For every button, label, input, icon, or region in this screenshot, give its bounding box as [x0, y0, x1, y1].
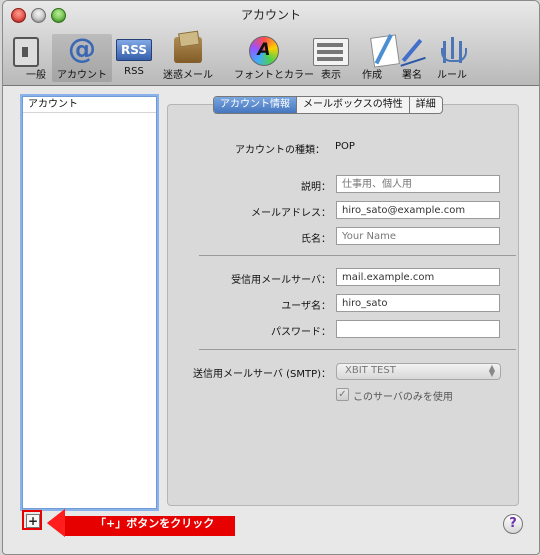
full-name-label: 氏名：: [301, 234, 331, 245]
email-label: メールアドレス：: [251, 208, 331, 219]
email-field[interactable]: hiro_sato@example.com: [336, 201, 500, 219]
toolbar-accounts-label: アカウント: [57, 70, 107, 81]
toolbar-rules-label: ルール: [437, 70, 467, 81]
description-label: 説明：: [301, 182, 331, 193]
use-only-server-label: このサーバのみを使用: [353, 392, 453, 403]
incoming-server-label: 受信用メールサーバ：: [231, 275, 331, 286]
tab-advanced[interactable]: 詳細: [410, 97, 442, 113]
account-tab-bar: アカウント情報 メールボックスの特性 詳細: [213, 96, 443, 114]
toolbar-rss-button[interactable]: RSS RSS: [104, 34, 164, 82]
callout-text: 「+」ボタンをクリック: [95, 517, 215, 530]
rss-icon: RSS: [116, 39, 152, 61]
font-color-icon: [249, 36, 279, 66]
toolbar-junk-mail-label: 迷惑メール: [163, 70, 213, 81]
accounts-list[interactable]: アカウント: [22, 96, 157, 509]
rules-icon: [437, 36, 467, 64]
account-type-label: アカウントの種類：: [235, 145, 325, 156]
window-titlebar: アカウント 一般 @ アカウント RSS RSS 迷惑メール フォントとカラー …: [3, 1, 539, 86]
accounts-list-header: アカウント: [23, 97, 156, 113]
instruction-callout: 「+」ボタンをクリック: [47, 509, 235, 537]
smtp-server-select[interactable]: XBIT TEST ▲ ▼: [336, 363, 501, 380]
section-separator-top: [199, 255, 516, 256]
toolbar-rules-button[interactable]: ルール: [422, 34, 482, 82]
add-account-button[interactable]: +: [26, 514, 40, 528]
updown-arrows-icon: ▲ ▼: [488, 363, 496, 378]
username-field[interactable]: hiro_sato: [336, 294, 500, 312]
description-field[interactable]: 仕事用、個人用: [336, 175, 500, 193]
incoming-server-field[interactable]: mail.example.com: [336, 268, 500, 286]
toolbar-fonts-colors-button[interactable]: フォントとカラー: [234, 34, 314, 82]
tab-account-info[interactable]: アカウント情報: [214, 97, 297, 113]
toolbar-accounts-button[interactable]: @ アカウント: [52, 34, 112, 82]
use-only-server-checkbox[interactable]: ✓: [336, 388, 349, 401]
at-icon: @: [68, 32, 96, 65]
toolbar-rss-label: RSS: [124, 66, 144, 77]
preferences-window: アカウント 一般 @ アカウント RSS RSS 迷惑メール フォントとカラー …: [2, 0, 540, 555]
help-button[interactable]: ?: [503, 514, 523, 534]
general-icon: [13, 37, 39, 67]
username-label: ユーザ名：: [281, 301, 331, 312]
smtp-label: 送信用メールサーバ (SMTP)：: [193, 369, 331, 380]
password-label: パスワード：: [271, 327, 331, 338]
smtp-server-value: XBIT TEST: [345, 365, 396, 376]
password-field[interactable]: [336, 320, 500, 338]
toolbar-fonts-colors-label: フォントとカラー: [234, 70, 314, 81]
toolbar-junk-mail-button[interactable]: 迷惑メール: [158, 34, 218, 82]
full-name-field[interactable]: Your Name: [336, 227, 500, 245]
window-title: アカウント: [240, 8, 301, 22]
tab-mailbox-behaviors[interactable]: メールボックスの特性: [297, 97, 410, 113]
junk-mail-icon: [174, 37, 202, 63]
account-type-value: POP: [335, 141, 355, 152]
section-separator-bottom: [199, 349, 516, 350]
